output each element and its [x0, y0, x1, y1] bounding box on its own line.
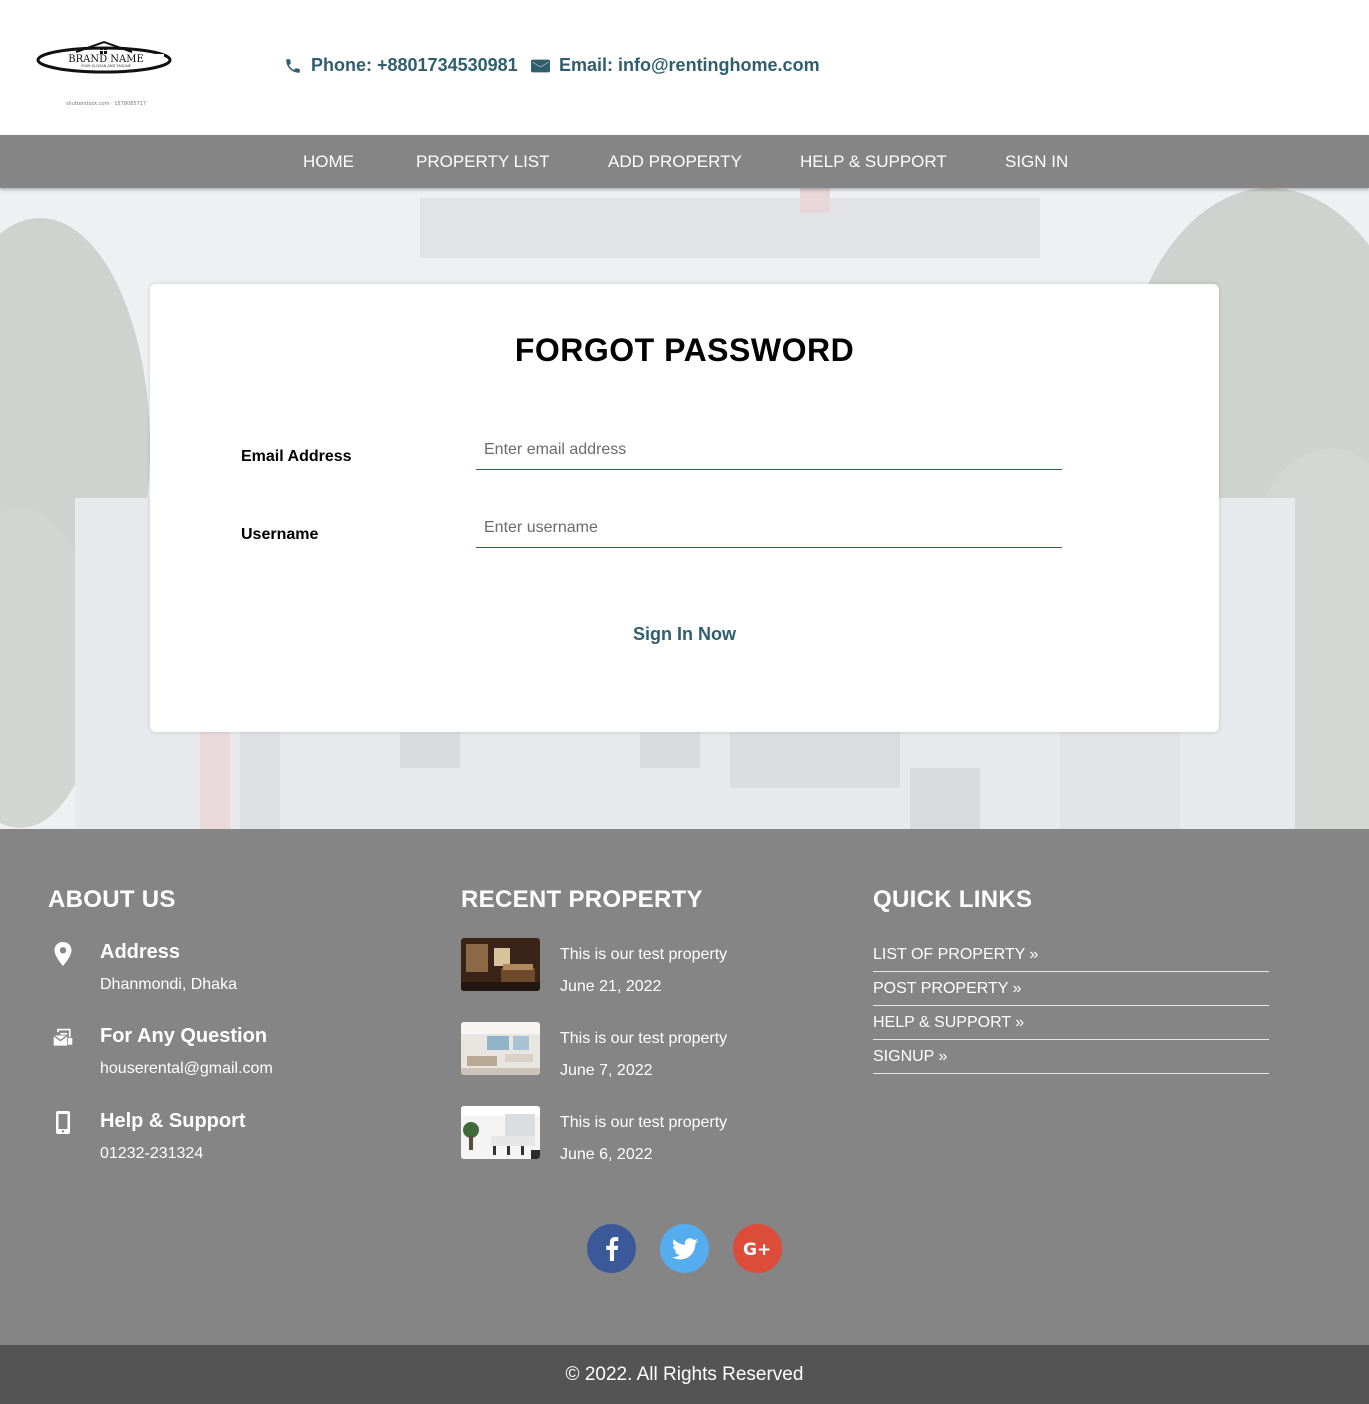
property-date: June 21, 2022 [560, 978, 662, 995]
nav-home[interactable]: HOME [303, 152, 354, 172]
property-thumbnail[interactable] [461, 1106, 540, 1159]
mobile-phone-icon [56, 1111, 70, 1134]
facebook-button[interactable] [587, 1224, 636, 1273]
property-date: June 7, 2022 [560, 1062, 653, 1079]
copyright-bar: © 2022. All Rights Reserved [0, 1345, 1369, 1404]
about-heading: Help & Support [100, 1110, 246, 1132]
twitter-icon [671, 1237, 698, 1259]
top-header: BRAND NAME YOUR SLOGAN AND TAGLINE shutt… [0, 0, 1369, 135]
page-title: FORGOT PASSWORD [514, 332, 855, 368]
recent-property-title: RECENT PROPERTY [461, 886, 703, 913]
main-navbar: HOME PROPERTY LIST ADD PROPERTY HELP & S… [0, 135, 1369, 188]
phone-icon [286, 58, 300, 73]
nav-sign-in[interactable]: SIGN IN [1005, 152, 1068, 172]
quick-link-post-property[interactable]: POST PROPERTY » [873, 972, 1269, 1006]
property-title[interactable]: This is our test property [560, 1030, 727, 1048]
about-text: Dhanmondi, Dhaka [100, 976, 237, 993]
about-heading: Address [100, 941, 181, 963]
facebook-icon [605, 1236, 618, 1261]
logo-watermark: shutterstock.com · 1578085717 [66, 101, 146, 107]
recent-property-item[interactable]: This is our test property June 21, 2022 [461, 938, 821, 998]
sign-in-now-button[interactable]: Sign In Now [150, 624, 1219, 645]
forgot-password-card: FORGOT PASSWORD Email Address Username S… [150, 284, 1219, 732]
property-thumbnail[interactable] [461, 1022, 540, 1075]
property-date: June 6, 2022 [560, 1146, 653, 1163]
google-plus-button[interactable]: G+ [733, 1224, 782, 1273]
about-us-title: ABOUT US [48, 886, 176, 913]
nav-add-property[interactable]: ADD PROPERTY [608, 152, 742, 172]
recent-property-item[interactable]: This is our test property June 7, 2022 [461, 1022, 821, 1082]
header-phone[interactable]: Phone: +8801734530981 [284, 55, 518, 76]
brand-logo[interactable]: BRAND NAME YOUR SLOGAN AND TAGLINE shutt… [36, 38, 176, 110]
header-email[interactable]: Email: info@rentinghome.com [531, 55, 820, 76]
about-heading: For Any Question [100, 1025, 268, 1047]
google-plus-icon: G+ [743, 1240, 771, 1259]
quick-links-title: QUICK LINKS [873, 886, 1033, 913]
email-text: Email: info@rentinghome.com [559, 55, 820, 75]
nav-property-list[interactable]: PROPERTY LIST [416, 152, 550, 172]
email-field[interactable] [476, 430, 1062, 470]
quick-link-list-of-property[interactable]: LIST OF PROPERTY » [873, 938, 1269, 972]
recent-property-item[interactable]: This is our test property June 6, 2022 [461, 1106, 821, 1166]
logo-tagline: YOUR SLOGAN AND TAGLINE [81, 64, 131, 68]
property-thumbnail[interactable] [461, 938, 540, 991]
svg-text:G+: G+ [743, 1240, 771, 1259]
username-label: Username [241, 526, 319, 543]
about-text[interactable]: houserental@gmail.com [100, 1060, 273, 1078]
quick-link-signup[interactable]: SIGNUP » [873, 1040, 1269, 1074]
property-title[interactable]: This is our test property [560, 1114, 727, 1132]
phone-text: Phone: +8801734530981 [311, 55, 518, 75]
location-pin-icon [54, 942, 72, 966]
email-label: Email Address [241, 448, 352, 465]
quick-link-help-support[interactable]: HELP & SUPPORT » [873, 1006, 1269, 1040]
mail-question-icon [53, 1028, 73, 1046]
footer: ABOUT US RECENT PROPERTY QUICK LINKS Add… [0, 829, 1369, 1345]
username-field[interactable] [476, 508, 1062, 548]
envelope-icon [531, 59, 550, 72]
twitter-button[interactable] [660, 1224, 709, 1273]
property-title[interactable]: This is our test property [560, 946, 727, 964]
about-text: 01232-231324 [100, 1145, 204, 1162]
nav-help-support[interactable]: HELP & SUPPORT [800, 152, 947, 172]
